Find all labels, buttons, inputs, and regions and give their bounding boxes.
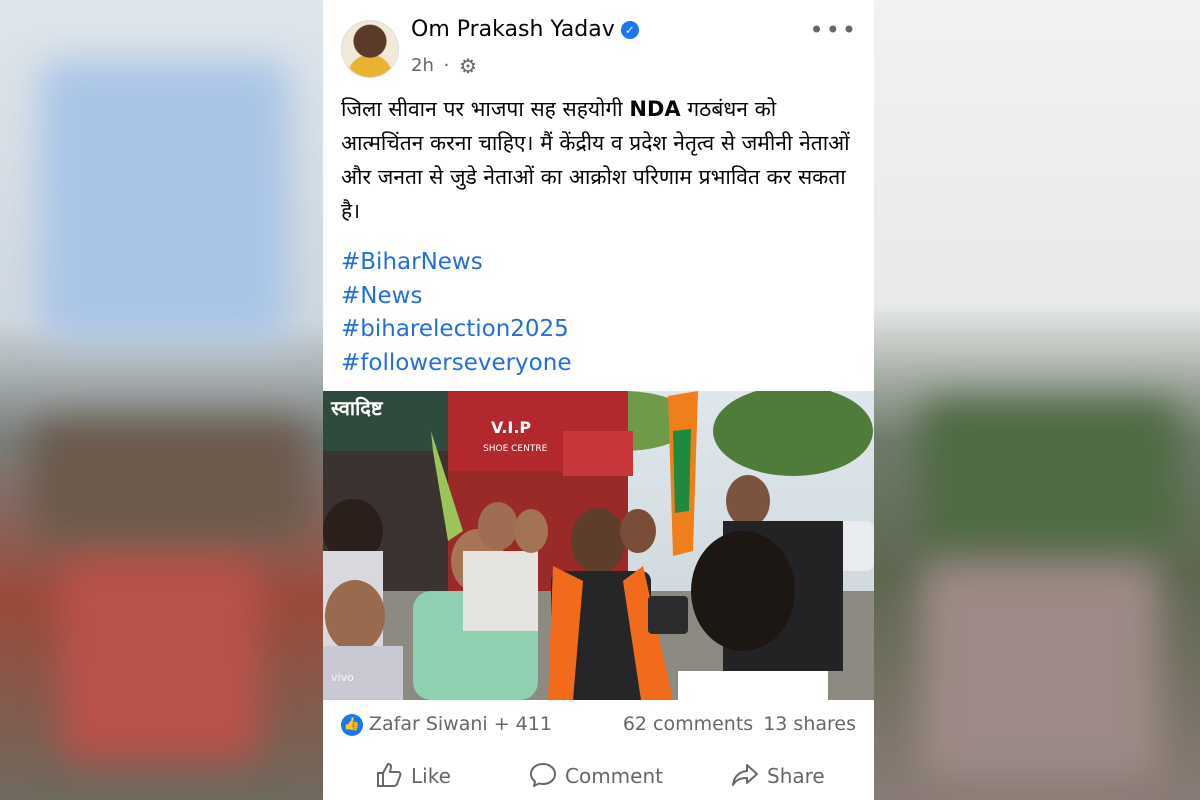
gear-icon[interactable]: ⚙ xyxy=(459,54,477,78)
action-bar: Like Comment Share xyxy=(323,752,874,800)
post-meta: 2h · ⚙ xyxy=(411,54,477,78)
hashtag-list: #BiharNews #News #biharelection2025 #fol… xyxy=(341,246,571,380)
reactors-summary[interactable]: Zafar Siwani + 411 xyxy=(369,713,552,735)
reaction-bar: 👍 Zafar Siwani + 411 62 comments 13 share… xyxy=(323,700,874,752)
hashtag-link[interactable]: #News xyxy=(341,280,571,314)
share-arrow-icon xyxy=(732,764,758,786)
camera-watermark: vivo xyxy=(331,671,354,684)
shares-count[interactable]: 13 shares xyxy=(763,713,856,735)
shoe-centre-sign: SHOE CENTRE xyxy=(483,444,548,454)
thumbs-up-icon xyxy=(377,763,402,787)
comments-count[interactable]: 62 comments xyxy=(623,713,753,735)
hashtag-link[interactable]: #biharelection2025 xyxy=(341,313,571,347)
hashtag-link[interactable]: #BiharNews xyxy=(341,246,571,280)
photo-scene: स्वादिष्ट V.I.P SHOE CENTRE vivo xyxy=(323,391,874,700)
share-button[interactable]: Share xyxy=(731,762,825,788)
post-text-bold: NDA xyxy=(629,97,681,121)
post-header: Om Prakash Yadav ✓ 2h · ⚙ ••• xyxy=(323,0,874,85)
blurred-background-right xyxy=(873,0,1200,800)
vip-sign: V.I.P xyxy=(491,418,531,437)
avatar[interactable] xyxy=(341,20,399,78)
verified-check-icon: ✓ xyxy=(620,21,639,39)
comment-label: Comment xyxy=(565,764,663,788)
hashtag-link[interactable]: #followerseveryone xyxy=(341,347,571,381)
meta-separator: · xyxy=(443,55,450,76)
post-text-part1: जिला सीवान पर भाजपा सह सहयोगी xyxy=(341,97,630,121)
post-text: जिला सीवान पर भाजपा सह सहयोगी NDA गठबंधन… xyxy=(341,92,861,228)
post-photo[interactable]: स्वादिष्ट V.I.P SHOE CENTRE vivo xyxy=(323,391,874,700)
more-dots-icon[interactable]: ••• xyxy=(810,16,858,44)
share-label: Share xyxy=(767,764,825,788)
engagement-counts: 62 comments 13 shares xyxy=(613,713,856,735)
like-button[interactable]: Like xyxy=(375,762,451,788)
post-time[interactable]: 2h xyxy=(411,55,434,76)
like-label: Like xyxy=(411,764,451,788)
author-name[interactable]: Om Prakash Yadav ✓ xyxy=(411,17,639,42)
comment-button[interactable]: Comment xyxy=(529,762,663,788)
author-name-text[interactable]: Om Prakash Yadav xyxy=(411,17,615,42)
like-reaction-icon: 👍 xyxy=(341,714,363,736)
blurred-background-left xyxy=(0,0,323,800)
post-card: Om Prakash Yadav ✓ 2h · ⚙ ••• जिला सीवान … xyxy=(323,0,874,800)
comment-bubble-icon xyxy=(530,763,556,787)
hindi-shop-sign: स्वादिष्ट xyxy=(330,396,384,420)
